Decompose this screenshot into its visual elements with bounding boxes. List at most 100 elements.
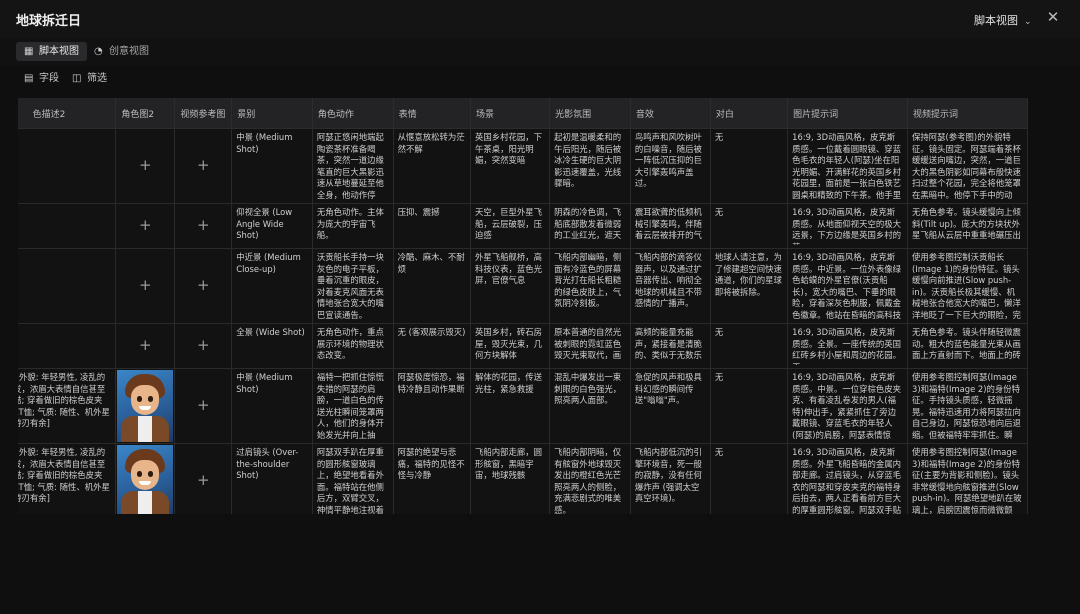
expression-cell[interactable]: 从惬意放松转为茫然不解 [393, 128, 471, 204]
filter-button[interactable]: ◫ 筛选 [72, 72, 107, 86]
action-cell[interactable]: 无角色动作，重点展示环境的物理状态改变。 [312, 323, 394, 369]
image-prompt-cell[interactable]: 16:9, 3D动画风格，皮克斯质感。一位戴着圆眼镜、穿蓝色毛衣的年轻人(阿瑟)… [787, 128, 909, 204]
tab-script-view[interactable]: ▦ 脚本视图 [16, 42, 87, 61]
column-header[interactable]: 角色图2 [115, 98, 176, 129]
desc2-cell[interactable] [18, 248, 117, 324]
column-header[interactable]: 对白 [710, 98, 789, 129]
image-prompt-cell[interactable]: 16:9, 3D动画风格，皮克斯质感。中景。一位穿棕色皮夹克、有着凌乱卷发的男人… [787, 368, 909, 444]
lighting-cell[interactable]: 原本普通的自然光被刺眼的霓虹蓝色毁灭光束取代，画 [549, 323, 631, 369]
desc2-cell[interactable] [18, 323, 117, 369]
column-header[interactable]: 光影氛围 [549, 98, 631, 129]
desc2-cell[interactable] [18, 128, 117, 204]
dialogue-cell[interactable]: 无 [710, 323, 789, 369]
sound-cell[interactable]: 急促的风声和极具科幻感的瞬间传送"嗡嗡"声。 [630, 368, 711, 444]
table-row[interactable]: + + 中景 (Medium Shot) 阿瑟正悠闲地端起陶瓷茶杯准备喝茶，突然… [18, 128, 1028, 204]
add-video-ref-button[interactable]: + [174, 368, 233, 444]
column-header[interactable]: 色描述2 [18, 98, 117, 129]
view-mode-dropdown[interactable]: 脚本视图 ⌄ [974, 12, 1032, 28]
table-row[interactable]: [; 福特; 外貌: 年轻男性, 凌乱的棕色卷发，浓眉大表情自信甚至带点狡黠; … [18, 443, 1028, 514]
lighting-cell[interactable]: 起初是温暖柔和的午后阳光，随后被冰冷生硬的巨大阴影迅速覆盖，光线骤暗。 [549, 128, 631, 204]
tab-creative-view[interactable]: ◔ 创意视图 [86, 42, 157, 61]
shot-cell[interactable]: 全景 (Wide Shot) [231, 323, 313, 369]
sound-cell[interactable]: 高频的能量充能声，紧接着是清脆的、类似于无数乐 [630, 323, 711, 369]
expression-cell[interactable]: 压抑、震撼 [393, 203, 471, 249]
sound-cell[interactable]: 飞船内部的滴答仪器声，以及通过扩音器传出、响彻全地球的机械且不带感情的广播声。 [630, 248, 711, 324]
shot-cell[interactable]: 仰视全景 (Low Angle Wide Shot) [231, 203, 313, 249]
image-prompt-cell[interactable]: 16:9, 3D动画风格，皮克斯质感。从地面仰视天空的极大远景，下方边缘是英国乡… [787, 203, 909, 249]
image-prompt-cell[interactable]: 16:9, 3D动画风格，皮克斯质感。中近景。一位外表像绿色蛤蟆的外星官僚(沃贡… [787, 248, 909, 324]
desc2-cell[interactable]: [; 福特; 外貌: 年轻男性, 凌乱的棕色卷发，浓眉大表情自信甚至带点狡黠; … [18, 443, 117, 514]
fields-button[interactable]: ▤ 字段 [24, 72, 59, 86]
close-icon[interactable]: ✕ [1044, 8, 1062, 26]
character-thumbnail-ford[interactable] [117, 445, 174, 514]
dialogue-cell[interactable]: 无 [710, 443, 789, 514]
column-header[interactable]: 场景 [470, 98, 551, 129]
shot-cell[interactable]: 中近景 (Medium Close-up) [231, 248, 313, 324]
expression-cell[interactable]: 冷酷、麻木、不耐烦 [393, 248, 471, 324]
scene-cell[interactable]: 飞船内部走廊，圆形舷窗，黑暗宇宙，地球残骸 [470, 443, 551, 514]
shot-cell[interactable]: 中景 (Medium Shot) [231, 128, 313, 204]
lighting-cell[interactable]: 阴森的冷色调，飞船底部散发着微弱的工业红光，遮天 [549, 203, 631, 249]
column-header[interactable]: 表情 [393, 98, 471, 129]
scene-cell[interactable]: 英国乡村花园，下午茶桌，阳光明媚，突然变暗 [470, 128, 551, 204]
column-header[interactable]: 景别 [231, 98, 313, 129]
add-video-ref-button[interactable]: + [174, 128, 233, 204]
action-cell[interactable]: 阿瑟双手趴在厚重的圆形舷窗玻璃上，绝望地看着外面。福特站在他侧后方，双臂交叉，神… [312, 443, 394, 514]
add-video-ref-button[interactable]: + [174, 323, 233, 369]
action-cell[interactable]: 福特一把抓住惊慌失措的阿瑟的肩膀，一道白色的传送光柱瞬间笼罩两人，他们的身体开始… [312, 368, 394, 444]
dialogue-cell[interactable]: 地球人请注意，为了修建超空间快速通道，你们的星球即将被拆除。 [710, 248, 789, 324]
action-cell[interactable]: 阿瑟正悠闲地端起陶瓷茶杯准备喝茶，突然一道边缘笔直的巨大黑影迅速从草地蔓延至他全… [312, 128, 394, 204]
table-row[interactable]: + + 仰视全景 (Low Angle Wide Shot) 无角色动作。主体为… [18, 203, 1028, 249]
column-header[interactable]: 视频提示词 [907, 98, 1028, 129]
column-header[interactable]: 角色动作 [312, 98, 394, 129]
dialogue-cell[interactable]: 无 [710, 203, 789, 249]
character-thumbnail-ford[interactable] [117, 370, 174, 442]
add-character-image-button[interactable]: + [115, 323, 176, 369]
add-character-image-button[interactable]: + [115, 128, 176, 204]
expression-cell[interactable]: 无 (客观展示毁灭) [393, 323, 471, 369]
expression-cell[interactable]: 阿瑟的绝望与悲痛，福特的见怪不怪与冷静 [393, 443, 471, 514]
scene-cell[interactable]: 外星飞船舰桥，高科技仪表，蓝色光屏，官僚气息 [470, 248, 551, 324]
character-image-cell[interactable] [115, 368, 176, 444]
add-video-ref-button[interactable]: + [174, 203, 233, 249]
lighting-cell[interactable]: 飞船内部阴暗，仅有舷窗外地球毁灭发出的橙红色光芒照亮两人的侧脸，充满悲剧式的唯美… [549, 443, 631, 514]
video-prompt-cell[interactable]: 使用参考图控制阿瑟(Image 3)和福特(Image 2)的身份特征。手持镜头… [907, 368, 1028, 444]
add-video-ref-button[interactable]: + [174, 248, 233, 324]
column-header[interactable]: 图片提示词 [787, 98, 909, 129]
lighting-cell[interactable]: 混乱中爆发出一束刺眼的白色强光，照亮两人面部。 [549, 368, 631, 444]
video-prompt-cell[interactable]: 无角色参考。镜头缓慢向上倾斜(Tilt up)。庞大的方块状外星飞船从云层中重重… [907, 203, 1028, 249]
table-row[interactable]: + + 全景 (Wide Shot) 无角色动作，重点展示环境的物理状态改变。 … [18, 323, 1028, 369]
scene-cell[interactable]: 解体的花园，传送光柱，紧急救援 [470, 368, 551, 444]
column-header[interactable]: 音效 [630, 98, 711, 129]
sound-cell[interactable]: 飞船内部低沉的引擎环境音，死一般的寂静，没有任何爆炸声 (强调太空真空环境)。 [630, 443, 711, 514]
action-cell[interactable]: 沃贡船长手持一块灰色的电子平板，垂着沉重的眼皮，对着麦克风面无表情地张合宽大的嘴… [312, 248, 394, 324]
character-image-cell[interactable] [115, 443, 176, 514]
video-prompt-cell[interactable]: 保持阿瑟(参考图)的外貌特征。镜头固定。阿瑟端着茶杯缓缓送向嘴边，突然，一道巨大… [907, 128, 1028, 204]
cell-text: 无 [714, 372, 724, 382]
shot-cell[interactable]: 过肩镜头 (Over-the-shoulder Shot) [231, 443, 313, 514]
add-character-image-button[interactable]: + [115, 203, 176, 249]
table-row[interactable]: [; 福特; 外貌: 年轻男性, 凌乱的棕色卷发，浓眉大表情自信甚至带点狡黠; … [18, 368, 1028, 444]
video-prompt-cell[interactable]: 使用参考图控制沃贡船长(Image 1)的身份特征。镜头缓慢向前推进(Slow … [907, 248, 1028, 324]
action-cell[interactable]: 无角色动作。主体为庞大的宇宙飞船。 [312, 203, 394, 249]
add-character-image-button[interactable]: + [115, 248, 176, 324]
sound-cell[interactable]: 震耳欲聋的低频机械引擎轰鸣，伴随着云层被排开的气 [630, 203, 711, 249]
expression-cell[interactable]: 阿瑟极度惊恐，福特冷静且动作果断 [393, 368, 471, 444]
column-header[interactable]: 视频参考图 [174, 98, 233, 129]
desc2-cell[interactable] [18, 203, 117, 249]
shot-cell[interactable]: 中景 (Medium Shot) [231, 368, 313, 444]
sound-cell[interactable]: 鸟鸣声和风吹树叶的白噪音，随后被一阵低沉压抑的巨大引擎轰鸣声盖过。 [630, 128, 711, 204]
add-video-ref-button[interactable]: + [174, 443, 233, 514]
image-prompt-cell[interactable]: 16:9, 3D动画风格，皮克斯质感。外星飞船昏暗的金属内部走廊。过肩镜头，从穿… [787, 443, 909, 514]
video-prompt-cell[interactable]: 使用参考图控制阿瑟(Image 3)和福特(Image 2)的身份特征(主要为背… [907, 443, 1028, 514]
desc2-cell[interactable]: [; 福特; 外貌: 年轻男性, 凌乱的棕色卷发，浓眉大表情自信甚至带点狡黠; … [18, 368, 117, 444]
dialogue-cell[interactable]: 无 [710, 128, 789, 204]
scene-cell[interactable]: 天空，巨型外星飞船，云层破裂，压迫感 [470, 203, 551, 249]
dialogue-cell[interactable]: 无 [710, 368, 789, 444]
scene-cell[interactable]: 英国乡村，砖石房屋，毁灭光束，几何方块解体 [470, 323, 551, 369]
video-prompt-cell[interactable]: 无角色参考。镜头伴随轻微震动。粗大的蓝色能量光束从画面上方直射而下。地面上的砖 [907, 323, 1028, 369]
image-prompt-cell[interactable]: 16:9, 3D动画风格，皮克斯质感。全景。一座传统的英国红砖乡村小屋和周边的花… [787, 323, 909, 369]
lighting-cell[interactable]: 飞船内部幽暗，侧面有冷蓝色的屏幕背光打在船长粗糙的绿色皮肤上，气氛阴冷刻板。 [549, 248, 631, 324]
script-table-container[interactable]: 色描述2 角色图2 视频参考图 景别 角色动作 表情 场景 光影氛围 音效 对白… [18, 98, 1062, 514]
table-row[interactable]: + + 中近景 (Medium Close-up) 沃贡船长手持一块灰色的电子平… [18, 248, 1028, 324]
